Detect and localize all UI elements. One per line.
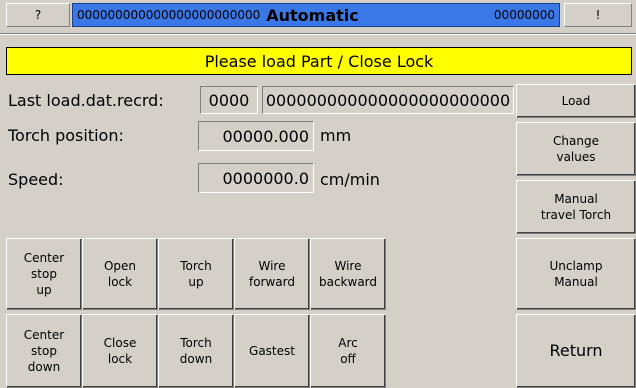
- torch-up-button[interactable]: Torch up: [158, 238, 234, 310]
- header-divider: [0, 33, 636, 35]
- unclamp-manual-button[interactable]: Unclamp Manual: [516, 238, 636, 310]
- speed-unit: cm/min: [320, 170, 380, 189]
- alert-button[interactable]: !: [564, 3, 632, 27]
- center-stop-down-button[interactable]: Center stop down: [6, 314, 82, 388]
- return-button[interactable]: Return: [516, 314, 636, 388]
- counter-left: 000000000000000000000000: [77, 8, 261, 22]
- help-button[interactable]: ?: [6, 3, 70, 27]
- counter-right: 00000000: [493, 8, 555, 22]
- arc-off-button[interactable]: Arc off: [310, 314, 386, 388]
- load-button[interactable]: Load: [516, 84, 636, 118]
- speed-field: 0000000.0: [198, 163, 314, 193]
- gastest-button[interactable]: Gastest: [234, 314, 310, 388]
- mode-status-bar: 000000000000000000000000 Automatic 00000…: [72, 3, 560, 27]
- message-banner: Please load Part / Close Lock: [6, 47, 632, 75]
- torch-position-label: Torch position:: [8, 126, 124, 145]
- close-lock-button[interactable]: Close lock: [82, 314, 158, 388]
- speed-label: Speed:: [8, 170, 64, 189]
- manual-travel-torch-button[interactable]: Manual travel Torch: [516, 180, 636, 234]
- mode-label: Automatic: [266, 5, 359, 25]
- change-values-button[interactable]: Change values: [516, 122, 636, 176]
- last-load-label: Last load.dat.recrd:: [8, 91, 164, 110]
- center-stop-up-button[interactable]: Center stop up: [6, 238, 82, 310]
- torch-position-field: 00000.000: [198, 121, 314, 151]
- wire-forward-button[interactable]: Wire forward: [234, 238, 310, 310]
- wire-backward-button[interactable]: Wire backward: [310, 238, 386, 310]
- top-status-bar: ? 000000000000000000000000 Automatic 000…: [0, 0, 636, 30]
- torch-down-button[interactable]: Torch down: [158, 314, 234, 388]
- open-lock-button[interactable]: Open lock: [82, 238, 158, 310]
- last-load-number-field: 0000: [200, 86, 258, 114]
- last-load-record-field: 000000000000000000000000: [262, 86, 514, 114]
- torch-unit: mm: [320, 126, 352, 145]
